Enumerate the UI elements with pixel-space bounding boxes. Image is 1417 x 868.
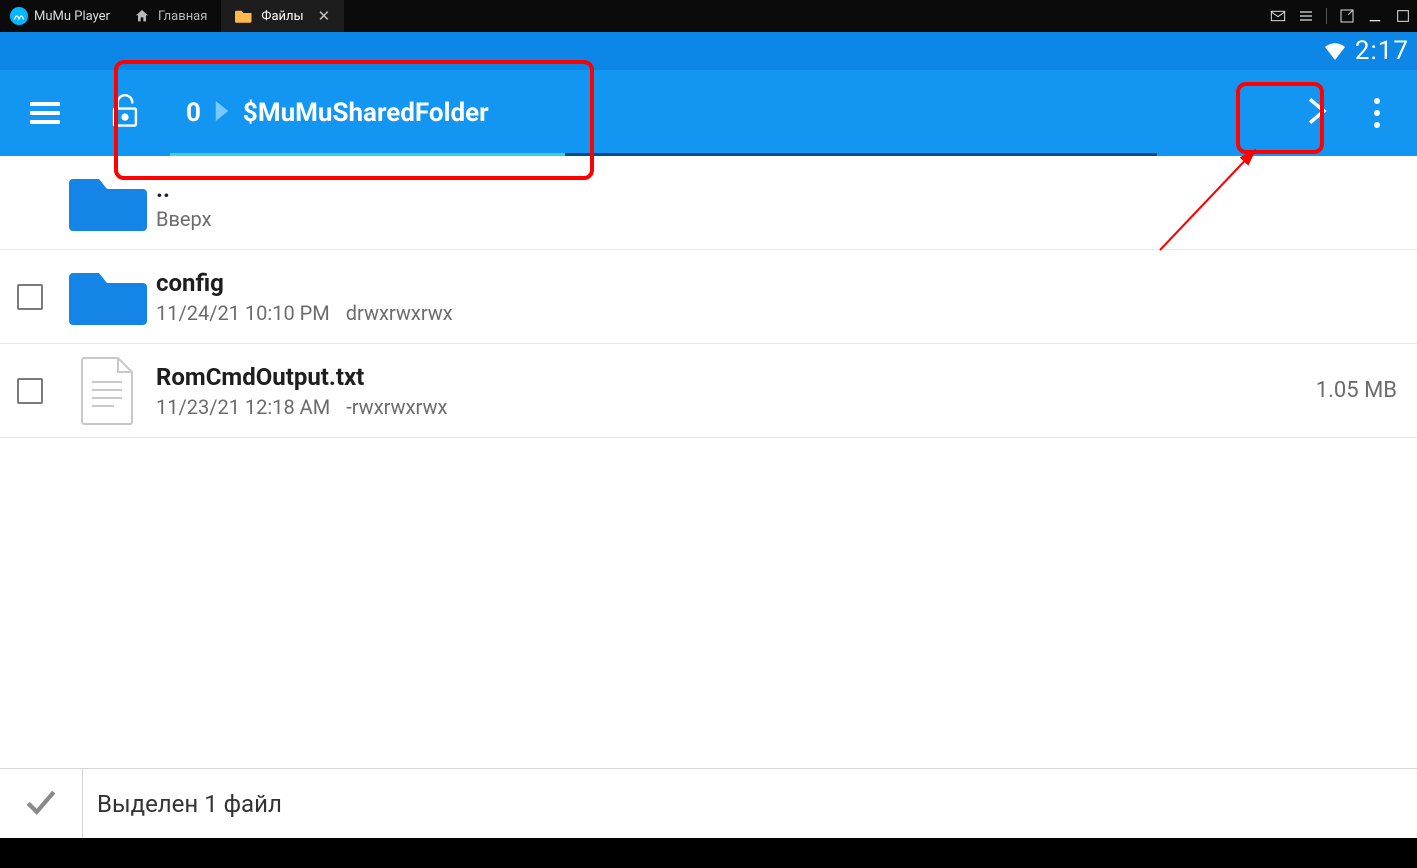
item-permissions: -rwxrwxrwx — [346, 395, 447, 419]
forward-icon[interactable] — [1307, 97, 1327, 129]
folder-icon — [235, 8, 253, 24]
brand-label: MuMu Player — [34, 9, 110, 24]
file-icon — [60, 356, 156, 426]
fullscreen-icon[interactable] — [1339, 8, 1355, 24]
separator — [82, 769, 83, 839]
hamburger-menu[interactable] — [30, 98, 60, 128]
home-icon — [134, 8, 150, 24]
item-name: .. — [156, 175, 1397, 203]
item-date: 11/24/21 10:10 PM — [156, 301, 330, 325]
chevron-right-icon — [215, 101, 229, 125]
titlebar-controls — [1270, 0, 1411, 32]
app-bar: 0 $MuMuSharedFolder — [0, 70, 1417, 156]
list-item[interactable]: RomCmdOutput.txt 11/23/21 12:18 AM -rwxr… — [0, 344, 1417, 438]
android-status-bar: 2:17 — [0, 32, 1417, 70]
maximize-icon[interactable] — [1395, 8, 1411, 24]
emulator-brand: MuMu Player — [0, 7, 120, 25]
close-icon[interactable]: ✕ — [318, 7, 331, 25]
check-icon[interactable] — [24, 785, 58, 823]
tab-home[interactable]: Главная — [120, 0, 221, 32]
row-checkbox[interactable] — [0, 284, 60, 310]
row-checkbox[interactable] — [0, 378, 60, 404]
more-menu-icon[interactable] — [1365, 98, 1389, 128]
selection-text: Выделен 1 файл — [97, 790, 282, 818]
emulator-titlebar: MuMu Player Главная Файлы ✕ — [0, 0, 1417, 32]
status-clock: 2:17 — [1355, 36, 1409, 66]
list-item-up[interactable]: .. Вверх — [0, 156, 1417, 250]
lock-open-icon[interactable] — [110, 94, 140, 132]
item-name: RomCmdOutput.txt — [156, 363, 1316, 391]
item-sublabel: Вверх — [156, 207, 1397, 231]
tab-files[interactable]: Файлы ✕ — [221, 0, 344, 32]
breadcrumb-count: 0 — [186, 98, 201, 128]
tab-files-label: Файлы — [261, 9, 303, 24]
tab-home-label: Главная — [158, 9, 207, 24]
item-name: config — [156, 269, 1397, 297]
item-permissions: drwxrwxrwx — [346, 301, 453, 325]
item-size: 1.05 MB — [1316, 378, 1397, 403]
item-date: 11/23/21 12:18 AM — [156, 395, 330, 419]
folder-icon — [60, 171, 156, 235]
wifi-icon — [1323, 39, 1347, 63]
minimize-icon[interactable] — [1367, 8, 1383, 24]
list-item[interactable]: config 11/24/21 10:10 PM drwxrwxrwx — [0, 250, 1417, 344]
storage-progress — [170, 153, 1157, 156]
selection-bar: Выделен 1 файл — [0, 768, 1417, 838]
file-list: .. Вверх config 11/24/21 10:10 PM drwxrw… — [0, 156, 1417, 438]
folder-icon — [60, 265, 156, 329]
breadcrumb-folder[interactable]: $MuMuSharedFolder — [243, 98, 489, 128]
mumu-logo-icon — [10, 7, 28, 25]
menu-icon[interactable] — [1298, 8, 1314, 24]
mail-icon[interactable] — [1270, 8, 1286, 24]
separator — [1326, 8, 1327, 24]
android-nav-bar — [0, 838, 1417, 868]
